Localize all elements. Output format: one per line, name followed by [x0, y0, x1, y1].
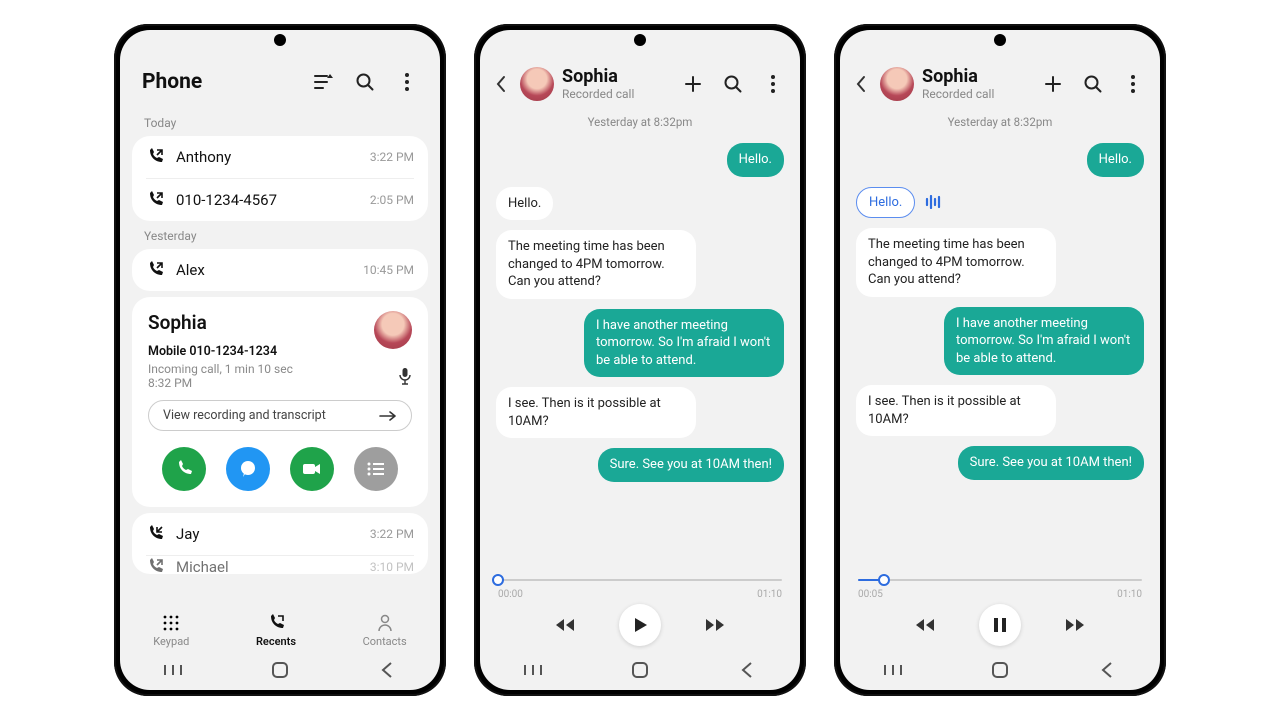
- play-button[interactable]: [619, 604, 661, 646]
- time-duration: 01:10: [1117, 589, 1142, 600]
- contact-name: Sophia: [148, 311, 293, 334]
- tab-recents[interactable]: Recents: [256, 613, 296, 648]
- message-out: I have another meeting tomorrow. So I'm …: [944, 307, 1144, 376]
- section-today: Today: [120, 108, 440, 136]
- message-out: Sure. See you at 10AM then!: [598, 448, 784, 482]
- message-out: Hello.: [1087, 143, 1144, 177]
- call-time: 10:45 PM: [363, 263, 414, 277]
- expanded-call-card: Sophia Mobile 010-1234-1234 Incoming cal…: [132, 297, 428, 507]
- avatar[interactable]: [880, 67, 914, 101]
- arrow-right-icon: [379, 410, 397, 422]
- more-icon[interactable]: [1122, 73, 1144, 95]
- nav-recent-icon[interactable]: [158, 663, 188, 677]
- seek-bar[interactable]: [498, 573, 782, 587]
- audio-wave-icon: [925, 195, 943, 209]
- forward-button[interactable]: [1061, 611, 1089, 639]
- contact-name: Sophia: [562, 66, 674, 87]
- message-out: Hello.: [727, 143, 784, 177]
- pause-button[interactable]: [979, 604, 1021, 646]
- call-name: 010-1234-4567: [176, 191, 358, 209]
- back-icon[interactable]: [490, 73, 512, 95]
- plus-icon[interactable]: [682, 73, 704, 95]
- view-recording-button[interactable]: View recording and transcript: [148, 400, 412, 431]
- call-time: 2:05 PM: [370, 193, 414, 207]
- avatar[interactable]: [374, 311, 412, 349]
- call-name: Michael: [176, 558, 358, 574]
- call-row[interactable]: Michael 3:10 PM: [132, 556, 428, 574]
- contact-name: Sophia: [922, 66, 1034, 87]
- nav-recent-icon[interactable]: [518, 663, 548, 677]
- outgoing-call-icon: [146, 558, 164, 574]
- back-icon[interactable]: [850, 73, 872, 95]
- incoming-call-icon: [146, 525, 164, 543]
- message-out: Sure. See you at 10AM then!: [958, 446, 1144, 480]
- nav-recent-icon[interactable]: [878, 663, 908, 677]
- tab-keypad[interactable]: Keypad: [153, 613, 189, 648]
- call-row[interactable]: Anthony 3:22 PM: [132, 136, 428, 178]
- nav-home-icon[interactable]: [625, 661, 655, 679]
- view-recording-label: View recording and transcript: [163, 408, 326, 423]
- tab-contacts[interactable]: Contacts: [363, 613, 407, 648]
- microphone-icon: [398, 367, 412, 385]
- avatar[interactable]: [520, 67, 554, 101]
- page-title: Phone: [142, 70, 202, 94]
- header-subtitle: Recorded call: [922, 87, 1034, 101]
- call-time: 8:32 PM: [148, 376, 293, 390]
- recents-icon: [266, 613, 286, 633]
- time-current: 00:05: [858, 589, 883, 600]
- more-icon[interactable]: [396, 71, 418, 93]
- call-button[interactable]: [162, 447, 206, 491]
- more-icon[interactable]: [762, 73, 784, 95]
- call-name: Anthony: [176, 148, 358, 166]
- search-icon[interactable]: [354, 71, 376, 93]
- message-in: Hello.: [496, 187, 553, 221]
- search-icon[interactable]: [722, 73, 744, 95]
- message-in: The meeting time has been changed to 4PM…: [496, 230, 696, 299]
- call-name: Jay: [176, 525, 358, 543]
- forward-button[interactable]: [701, 611, 729, 639]
- message-in: I see. Then is it possible at 10AM?: [856, 385, 1056, 436]
- outgoing-call-icon: [146, 191, 164, 209]
- message-out: I have another meeting tomorrow. So I'm …: [584, 309, 784, 378]
- nav-back-icon[interactable]: [372, 661, 402, 679]
- search-icon[interactable]: [1082, 73, 1104, 95]
- call-name: Alex: [176, 261, 351, 279]
- nav-back-icon[interactable]: [732, 661, 762, 679]
- rewind-button[interactable]: [911, 611, 939, 639]
- outgoing-call-icon: [146, 261, 164, 279]
- message-in: I see. Then is it possible at 10AM?: [496, 387, 696, 438]
- call-time: 3:10 PM: [370, 560, 414, 574]
- filter-icon[interactable]: [312, 71, 334, 93]
- plus-icon[interactable]: [1042, 73, 1064, 95]
- call-row[interactable]: 010-1234-4567 2:05 PM: [132, 179, 428, 221]
- call-row[interactable]: Jay 3:22 PM: [132, 513, 428, 555]
- outgoing-call-icon: [146, 148, 164, 166]
- call-time: 3:22 PM: [370, 150, 414, 164]
- timestamp-label: Yesterday at 8:32pm: [840, 115, 1160, 129]
- call-time: 3:22 PM: [370, 527, 414, 541]
- call-row[interactable]: Alex 10:45 PM: [132, 249, 428, 291]
- message-in-playing[interactable]: Hello.: [856, 187, 915, 219]
- keypad-icon: [161, 613, 181, 633]
- message-button[interactable]: [226, 447, 270, 491]
- section-yesterday: Yesterday: [120, 221, 440, 249]
- call-meta: Incoming call, 1 min 10 sec: [148, 362, 293, 376]
- details-button[interactable]: [354, 447, 398, 491]
- header-subtitle: Recorded call: [562, 87, 674, 101]
- nav-home-icon[interactable]: [265, 661, 295, 679]
- nav-home-icon[interactable]: [985, 661, 1015, 679]
- message-in: The meeting time has been changed to 4PM…: [856, 228, 1056, 297]
- contacts-icon: [375, 613, 395, 633]
- time-current: 00:00: [498, 589, 523, 600]
- seek-bar[interactable]: [858, 573, 1142, 587]
- nav-back-icon[interactable]: [1092, 661, 1122, 679]
- rewind-button[interactable]: [551, 611, 579, 639]
- video-call-button[interactable]: [290, 447, 334, 491]
- contact-number: Mobile 010-1234-1234: [148, 344, 293, 359]
- time-duration: 01:10: [757, 589, 782, 600]
- timestamp-label: Yesterday at 8:32pm: [480, 115, 800, 129]
